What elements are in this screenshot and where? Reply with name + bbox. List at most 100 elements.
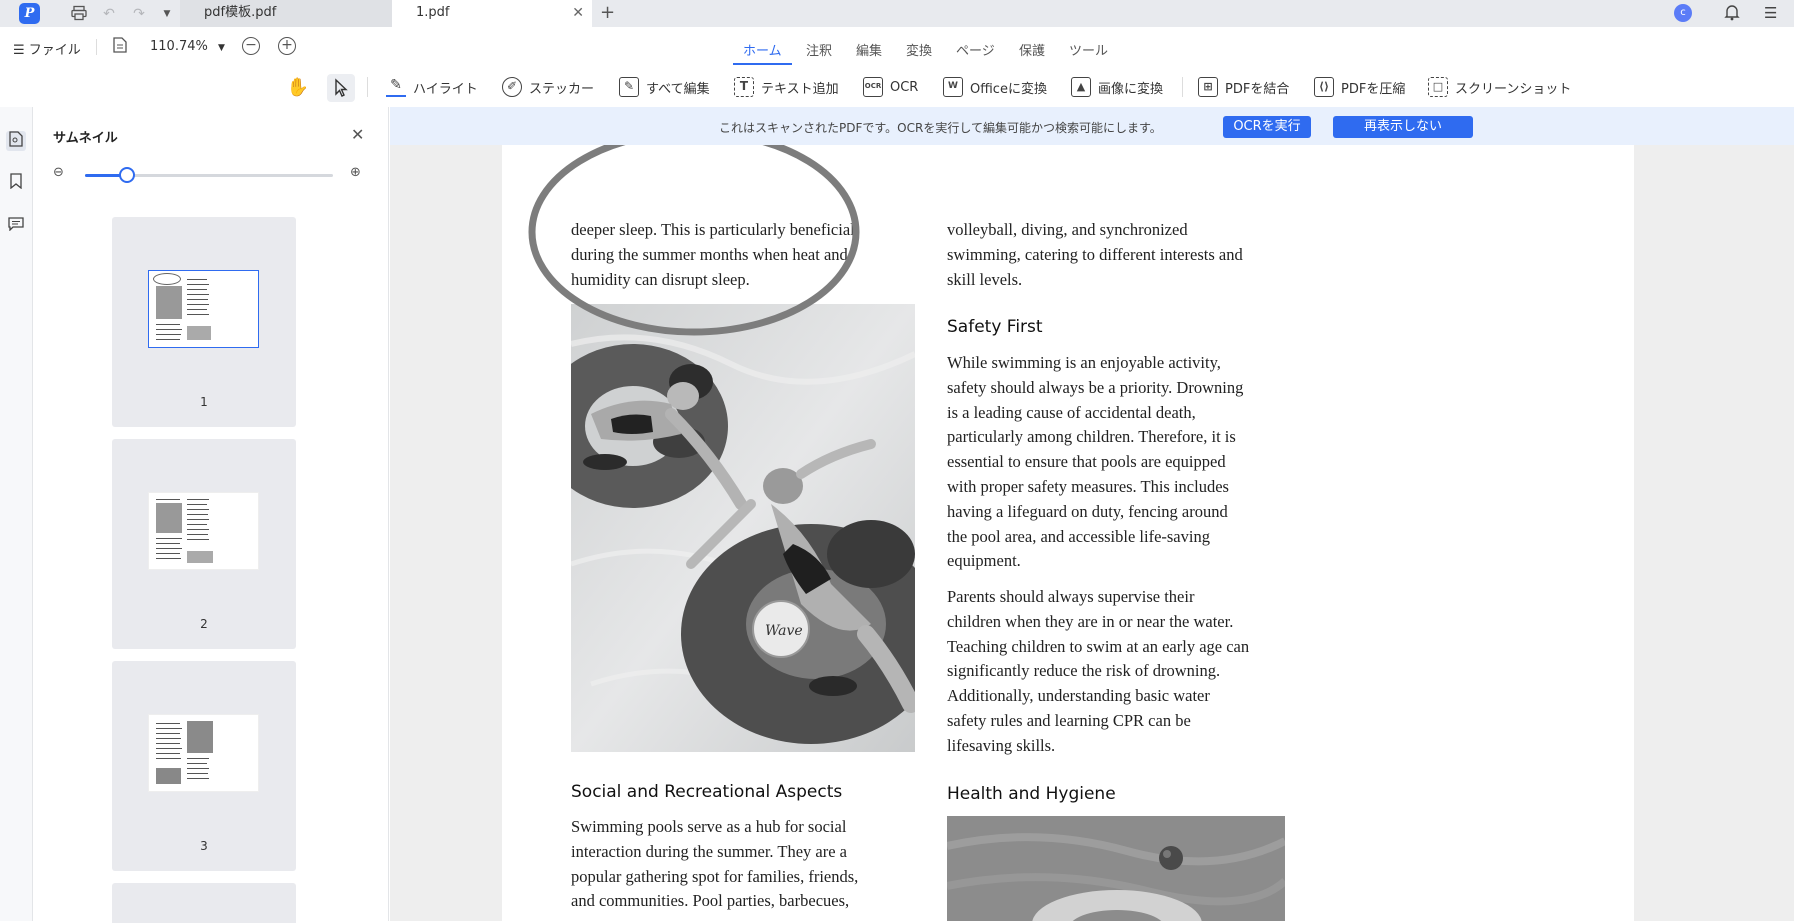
thumbnail-page-number: 2 (200, 617, 208, 631)
select-tool-icon[interactable] (327, 74, 355, 102)
home-toolbar: ✋ ✎ ハイライト ✐ ステッカー ✎ すべて編集 T テキスト追加 OCR O… (0, 67, 1794, 107)
text-line: children when they are in or near the wa… (947, 611, 1234, 631)
close-icon[interactable]: ✕ (351, 125, 364, 144)
text-line: safety should always be a priority. Drow… (947, 377, 1244, 397)
text-line: safety rules and learning CPR can be (947, 710, 1191, 730)
bookmark-icon[interactable] (6, 173, 26, 193)
tab-pdf-template[interactable]: pdf模板.pdf (180, 0, 392, 27)
ocr-icon: OCR (863, 77, 883, 97)
text-line: interaction during the summer. They are … (571, 841, 847, 861)
ocr-banner: これはスキャンされたPDFです。OCRを実行して編集可能かつ検索可能にします。 … (390, 107, 1794, 145)
document-viewer[interactable]: deeper sleep. This is particularly benef… (390, 145, 1794, 921)
thumbnail-panel-icon[interactable] (6, 131, 26, 151)
pool-ring-photo (947, 816, 1285, 921)
thumbnail-size-slider[interactable] (85, 167, 333, 183)
thumbnail-page-number: 1 (200, 395, 208, 409)
merge-icon: ⊞ (1198, 77, 1218, 97)
zoom-out-icon[interactable]: ⊖ (53, 165, 64, 180)
zoom-in-icon[interactable]: + (278, 37, 296, 55)
heading-safety-first: Safety First (947, 317, 1043, 337)
tab-page[interactable]: ページ (956, 40, 995, 59)
compress-pdf-label: PDFを圧縮 (1341, 81, 1406, 97)
menu-row: ☰ ファイル 110.74% ▼ − + ホーム 注釈 編集 変換 ページ 保護… (0, 27, 1794, 67)
tab-annotate[interactable]: 注釈 (806, 40, 832, 59)
chevron-down-icon: ▼ (217, 43, 225, 53)
app-logo-icon[interactable]: P (19, 3, 40, 24)
tab-1-pdf[interactable]: 1.pdf ✕ (392, 0, 592, 27)
ocr-button[interactable]: OCR OCR (863, 74, 918, 100)
ellipse-annotation[interactable] (524, 145, 864, 340)
text-line: the pool area, and accessible life-savin… (947, 526, 1210, 546)
undo-icon[interactable]: ↶ (100, 5, 118, 23)
edit-all-button[interactable]: ✎ すべて編集 (619, 74, 710, 100)
zoom-level[interactable]: 110.74% ▼ (150, 39, 225, 54)
hand-tool-icon[interactable]: ✋ (284, 74, 312, 102)
merge-pdf-button[interactable]: ⊞ PDFを結合 (1198, 74, 1289, 100)
menu-icon[interactable]: ☰ (1764, 4, 1777, 22)
thumbnail-panel: サムネイル ✕ ⊖ ⊕ 1 2 3 (33, 107, 389, 923)
compress-icon: ⟨⟩ (1314, 77, 1334, 97)
avatar[interactable]: c (1674, 4, 1692, 22)
image-convert-icon: ▲ (1071, 77, 1091, 97)
divider (96, 39, 97, 55)
new-tab-icon[interactable]: + (600, 2, 615, 23)
pool-floats-photo: Wave (571, 304, 915, 752)
add-text-icon: T (734, 77, 754, 97)
tab-label: pdf模板.pdf (204, 5, 277, 20)
text-line: swimming, catering to different interest… (947, 244, 1243, 264)
thumbnail-page-1[interactable]: 1 (112, 217, 296, 427)
text-line: popular gathering spot for families, fri… (571, 866, 859, 886)
tab-home[interactable]: ホーム (733, 40, 792, 65)
tab-convert[interactable]: 変換 (906, 40, 932, 59)
tab-edit[interactable]: 編集 (856, 40, 882, 59)
paragraph-activities: volleyball, diving, and synchronized swi… (947, 218, 1292, 292)
tab-bar: P ↶ ↷ ▼ pdf模板.pdf 1.pdf ✕ + c ☰ (0, 0, 1794, 27)
panel-title: サムネイル (53, 131, 118, 146)
ocr-label: OCR (890, 79, 919, 95)
quick-access-dropdown-icon[interactable]: ▼ (158, 5, 176, 23)
comment-icon[interactable] (6, 217, 26, 237)
edit-all-label: すべて編集 (646, 81, 710, 97)
text-line: is a leading cause of accidental death, (947, 402, 1196, 422)
compress-pdf-button[interactable]: ⟨⟩ PDFを圧縮 (1314, 74, 1405, 100)
bell-icon[interactable] (1724, 4, 1740, 25)
heading-social-recreational: Social and Recreational Aspects (571, 782, 843, 802)
sticker-label: ステッカー (529, 81, 595, 97)
tab-protect[interactable]: 保護 (1019, 40, 1045, 59)
add-text-button[interactable]: T テキスト追加 (734, 74, 839, 100)
zoom-out-icon[interactable]: − (242, 37, 260, 55)
sticker-button[interactable]: ✐ ステッカー (502, 74, 594, 100)
thumbnail-page-2[interactable]: 2 (112, 439, 296, 649)
text-line: equipment. (947, 551, 1021, 571)
dont-show-again-button[interactable]: 再表示しない (1333, 116, 1473, 138)
paragraph-safety: While swimming is an enjoyable activity,… (947, 351, 1292, 574)
run-ocr-button[interactable]: OCRを実行 (1223, 116, 1311, 138)
page-view-icon[interactable] (113, 37, 127, 57)
text-line: essential to ensure that pools are equip… (947, 452, 1226, 472)
divider (1182, 77, 1183, 97)
thumbnail-page-3[interactable]: 3 (112, 661, 296, 871)
redo-icon[interactable]: ↷ (130, 5, 148, 23)
file-menu[interactable]: ☰ ファイル (13, 39, 81, 58)
text-line: particularly among children. Therefore, … (947, 427, 1236, 447)
print-icon[interactable] (70, 5, 88, 23)
zoom-in-icon[interactable]: ⊕ (350, 165, 361, 180)
tab-label: 1.pdf (416, 5, 450, 20)
text-line: significantly reduce the risk of drownin… (947, 661, 1221, 681)
slider-handle[interactable] (119, 167, 136, 183)
highlight-button[interactable]: ✎ ハイライト (386, 74, 478, 100)
add-text-label: テキスト追加 (761, 81, 839, 97)
highlight-label: ハイライト (413, 81, 478, 97)
ocr-banner-message: これはスキャンされたPDFです。OCRを実行して編集可能かつ検索可能にします。 (719, 121, 1162, 135)
image-convert-button[interactable]: ▲ 画像に変換 (1071, 74, 1163, 100)
thumbnail-page-4[interactable] (112, 883, 296, 923)
text-line: volleyball, diving, and synchronized (947, 220, 1188, 239)
screenshot-button[interactable]: □ スクリーンショット (1428, 74, 1571, 100)
text-line: Teaching children to swim at an early ag… (947, 636, 1250, 656)
sticker-icon: ✐ (502, 77, 522, 97)
close-tab-icon[interactable]: ✕ (572, 0, 584, 26)
office-convert-button[interactable]: W Officeに変換 (943, 74, 1047, 100)
text-line: with proper safety measures. This includ… (947, 476, 1229, 496)
text-line: and communities. Pool parties, barbecues… (571, 891, 850, 911)
tab-tools[interactable]: ツール (1069, 40, 1108, 59)
